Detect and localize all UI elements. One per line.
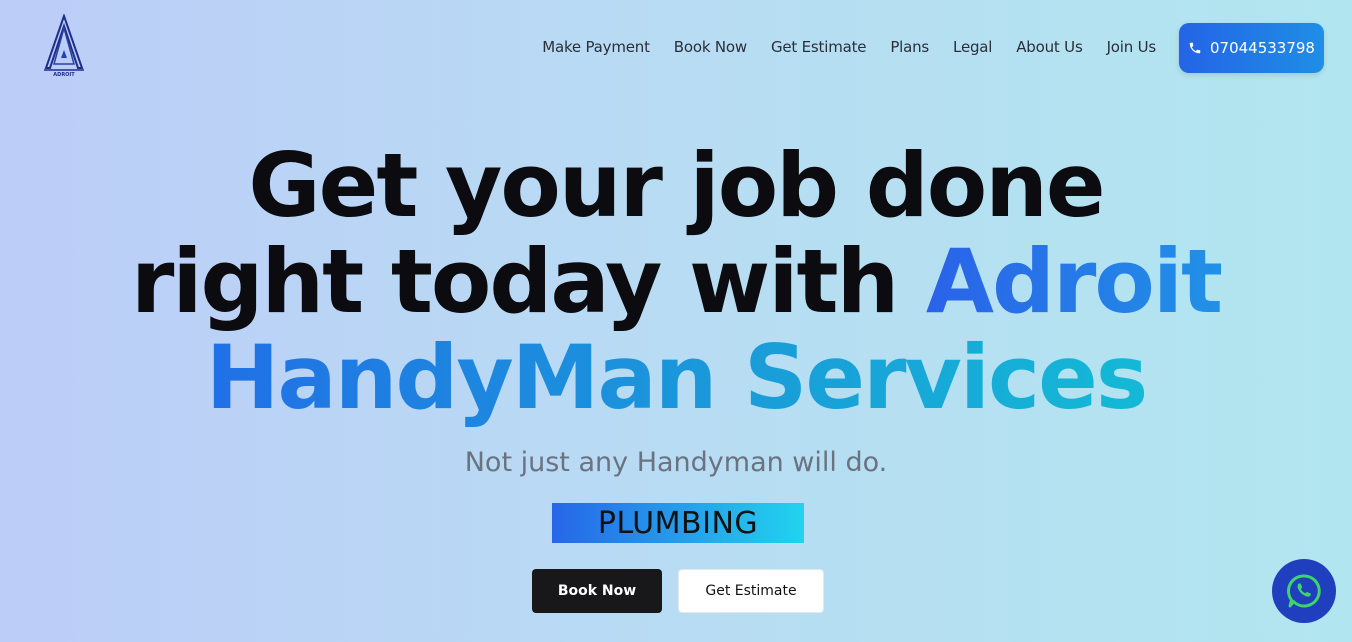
phone-number: 07044533798 <box>1210 39 1315 57</box>
hero-headline: Get your job done right today with Adroi… <box>0 138 1352 426</box>
rotating-service-label: PLUMBING <box>552 503 804 543</box>
nav-join-us[interactable]: Join Us <box>1107 38 1157 56</box>
nav-about-us[interactable]: About Us <box>1016 38 1083 56</box>
nav-legal[interactable]: Legal <box>953 38 992 56</box>
hero-line-2: right today with <box>130 230 926 333</box>
whatsapp-icon <box>1287 574 1321 608</box>
nav-get-estimate[interactable]: Get Estimate <box>771 38 867 56</box>
nav-plans[interactable]: Plans <box>890 38 929 56</box>
brand-logo[interactable]: ADROIT <box>42 12 88 78</box>
hero-brand-accent: Adroit <box>925 230 1223 333</box>
book-now-button[interactable]: Book Now <box>532 569 662 613</box>
hero-line-3: HandyMan Services <box>205 326 1148 429</box>
phone-icon <box>1189 42 1201 54</box>
phone-call-button[interactable]: 07044533798 <box>1179 23 1324 73</box>
logo-text: ADROIT <box>53 72 75 78</box>
adroit-logo-icon: ADROIT <box>44 12 84 78</box>
nav-book-now[interactable]: Book Now <box>674 38 747 56</box>
whatsapp-chat-button[interactable] <box>1272 559 1336 623</box>
hero-line-1: Get your job done <box>248 134 1105 237</box>
nav-make-payment[interactable]: Make Payment <box>542 38 650 56</box>
hero-subtitle: Not just any Handyman will do. <box>464 447 888 478</box>
main-nav: Make Payment Book Now Get Estimate Plans… <box>518 38 1156 56</box>
get-estimate-button[interactable]: Get Estimate <box>678 569 824 613</box>
